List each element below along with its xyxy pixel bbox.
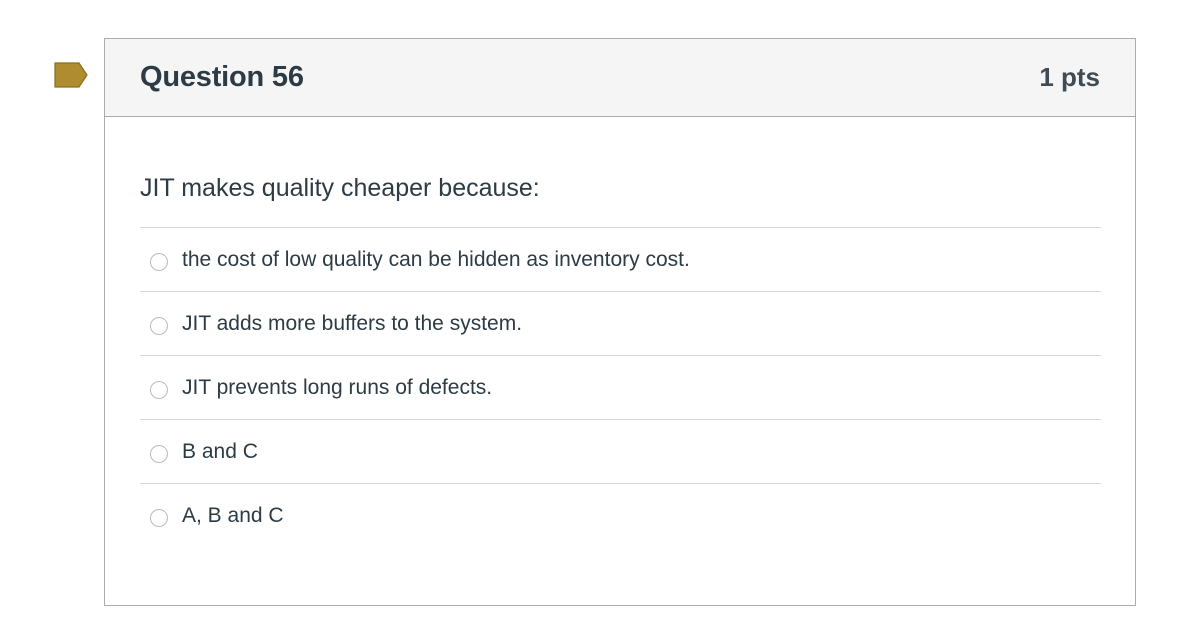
answer-label: B and C [182, 439, 258, 463]
answer-label: the cost of low quality can be hidden as… [182, 247, 690, 271]
answer-option-4[interactable]: B and C [140, 420, 1101, 484]
question-points: 1 pts [1039, 62, 1100, 92]
question-title: Question 56 [140, 61, 304, 93]
question-card: Question 56 1 pts JIT makes quality chea… [104, 38, 1136, 606]
question-text: JIT makes quality cheaper because: [140, 174, 540, 202]
answer-option-2[interactable]: JIT adds more buffers to the system. [140, 292, 1101, 356]
flag-question-icon[interactable] [54, 62, 88, 88]
answer-option-3[interactable]: JIT prevents long runs of defects. [140, 356, 1101, 420]
radio-unchecked-icon[interactable] [150, 316, 168, 335]
question-header: Question 56 1 pts [105, 39, 1135, 117]
answer-label: JIT adds more buffers to the system. [182, 311, 523, 335]
radio-unchecked-icon[interactable] [150, 252, 168, 271]
radio-unchecked-icon[interactable] [150, 509, 168, 527]
answer-option-5[interactable]: A, B and C [140, 484, 1101, 548]
answer-label: JIT prevents long runs of defects. [182, 375, 493, 399]
radio-unchecked-icon[interactable] [150, 380, 168, 399]
answer-label: A, B and C [182, 504, 284, 527]
answer-list: the cost of low quality can be hidden as… [140, 227, 1101, 548]
question-body: JIT makes quality cheaper because: the c… [105, 173, 1135, 548]
answer-option-1[interactable]: the cost of low quality can be hidden as… [140, 228, 1101, 292]
radio-unchecked-icon[interactable] [150, 444, 168, 463]
